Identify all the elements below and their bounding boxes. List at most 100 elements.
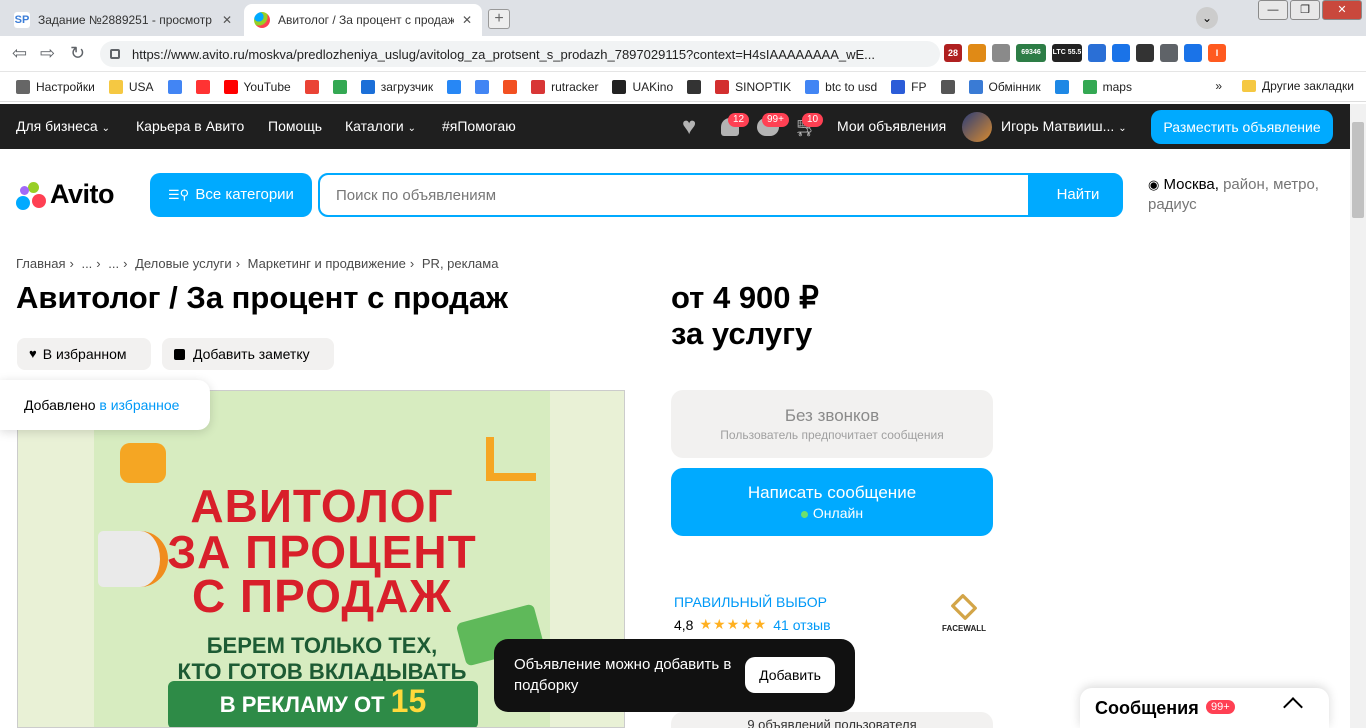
chevron-down-icon: ⌄ [101,123,110,134]
seller-logo[interactable]: FACEWALL [936,593,992,638]
my-ads-link[interactable]: Мои объявления [837,118,946,134]
search-button[interactable]: Найти [1038,175,1118,215]
chevron-up-icon[interactable] [1283,697,1303,717]
tab-search-icon[interactable]: ⌄ [1196,7,1218,29]
bookmark-item[interactable]: UAKino [612,79,673,94]
browser-toolbar: ⇦ ⇨ ↻ https://www.avito.ru/moskva/predlo… [0,36,1366,72]
reviews-link[interactable]: 41 отзыв [773,617,830,633]
nav-ihelp[interactable]: #яПомогаю [442,118,516,134]
bookmark-item[interactable] [167,79,188,94]
browser-tab-inactive[interactable]: SP Задание №2889251 - просмотр з ✕ [4,4,242,36]
favorite-label: В избранном [42,346,127,362]
messages-badge: 99+ [762,113,789,127]
bookmark-item[interactable]: Обмінник [968,79,1041,94]
write-message-label: Написать сообщение [747,483,917,502]
bookmark-item[interactable]: maps [1082,79,1132,94]
extension-icon[interactable] [1088,44,1106,62]
search-bar: Найти [318,173,1123,217]
rating-value: 4,8 [674,616,694,633]
extension-icon[interactable] [968,44,986,62]
bookmark-item[interactable]: загрузчик [360,79,433,94]
nav-catalogs-label: Каталоги [345,118,404,134]
toast-add-button[interactable]: Добавить [745,657,835,693]
nav-business[interactable]: Для бизнеса ⌄ [16,118,110,134]
bookmark-item[interactable] [1054,79,1075,94]
bookmark-item[interactable] [475,79,495,94]
bookmark-item[interactable] [940,79,961,94]
other-ads-link[interactable]: 9 объявлений пользователя [671,712,993,728]
favorites-heart-icon[interactable]: ♥ [682,113,696,141]
bookmark-icon [503,79,518,94]
bookmark-item[interactable]: btc to usd [805,79,877,94]
breadcrumb-item[interactable]: ... [108,256,119,271]
bookmark-icon [167,79,182,94]
seller-name[interactable]: ПРАВИЛЬНЫЙ ВЫБОР [674,594,827,610]
all-categories-button[interactable]: ☰⚲ Все категории [150,173,312,217]
scrollbar-thumb[interactable] [1352,122,1364,218]
nav-catalogs[interactable]: Каталоги ⌄ [345,118,416,134]
bookmark-item[interactable]: YouTube [223,79,291,94]
more-bookmarks-button[interactable]: » [1215,79,1222,93]
notifications-badge: 12 [728,113,750,127]
page-title: Авитолог / За процент с продаж [16,280,509,315]
bookmark-icon [360,79,375,94]
user-menu[interactable]: Игорь Матвииш... ⌄ [1001,118,1127,134]
bookmark-item[interactable] [195,79,216,94]
nav-help[interactable]: Помощь [268,118,322,134]
back-icon[interactable]: ⇦ [12,43,27,64]
cart-badge: 10 [802,113,824,127]
maximize-icon[interactable]: ❐ [1290,0,1320,20]
nav-career[interactable]: Карьера в Авито [136,118,244,134]
extension-icon[interactable] [1160,44,1178,62]
new-tab-button[interactable]: + [488,9,510,29]
bookmark-icon [447,79,462,94]
minimize-icon[interactable]: — [1258,0,1288,20]
favorite-button[interactable]: ♥ В избранном [17,338,151,370]
extension-icon[interactable]: 69346 [1016,44,1046,62]
bookmark-item[interactable]: SINOPTIK [715,79,791,94]
reload-icon[interactable]: ↻ [70,43,85,64]
breadcrumb-item[interactable]: Главная [16,256,65,271]
forward-icon[interactable]: ⇨ [40,43,55,64]
extension-icon[interactable]: LTC 55.5 [1052,44,1082,62]
breadcrumb-item[interactable]: Маркетинг и продвижение [248,256,406,271]
bookmark-item[interactable]: Настройки [16,79,95,94]
bookmark-item[interactable] [304,79,325,94]
browser-tab-active[interactable]: Авитолог / За процент с продаж ✕ [244,4,482,36]
extension-icon[interactable]: I [1208,44,1226,62]
write-message-button[interactable]: Написать сообщение Онлайн [671,468,993,536]
favorites-link[interactable]: в избранное [99,397,179,413]
bookmark-item[interactable] [687,79,707,94]
messages-panel[interactable]: Сообщения 99+ [1080,688,1329,728]
favorite-tooltip: Добавлено в избранное [0,380,210,430]
bookmark-item[interactable]: USA [108,79,154,94]
close-window-icon[interactable]: ✕ [1322,0,1362,20]
bookmark-item[interactable]: FP [891,79,927,94]
post-ad-button[interactable]: Разместить объявление [1151,110,1333,144]
close-tab-icon[interactable]: ✕ [462,13,472,27]
bookmark-item[interactable] [332,79,353,94]
breadcrumb-item[interactable]: ... [81,256,92,271]
bookmark-label: Обмінник [988,79,1041,94]
other-bookmarks[interactable]: Другие закладки [1262,79,1354,93]
bookmark-item[interactable] [447,79,467,94]
bookmark-icon [195,79,210,94]
extension-icon[interactable] [1136,44,1154,62]
bookmark-item[interactable]: rutracker [531,79,598,94]
search-input[interactable] [320,175,1028,215]
location-selector[interactable]: ◉ Москва, район, метро, радиус [1148,175,1338,215]
avito-topbar: Для бизнеса ⌄ Карьера в Авито Помощь Кат… [0,104,1350,149]
extension-icon[interactable] [1184,44,1202,62]
address-bar[interactable]: https://www.avito.ru/moskva/predlozheniy… [100,41,940,67]
extension-icon[interactable] [992,44,1010,62]
extension-icon[interactable]: 28 [944,44,962,62]
add-note-button[interactable]: Добавить заметку [162,338,334,370]
user-avatar[interactable] [962,112,992,142]
breadcrumb-item[interactable]: Деловые услуги [135,256,232,271]
avito-logo[interactable]: Avito [16,179,115,210]
extension-icon[interactable] [1112,44,1130,62]
bookmark-icon [304,79,319,94]
breadcrumb-item[interactable]: PR, реклама [422,256,499,271]
bookmark-item[interactable] [503,79,523,94]
close-tab-icon[interactable]: ✕ [222,13,232,27]
